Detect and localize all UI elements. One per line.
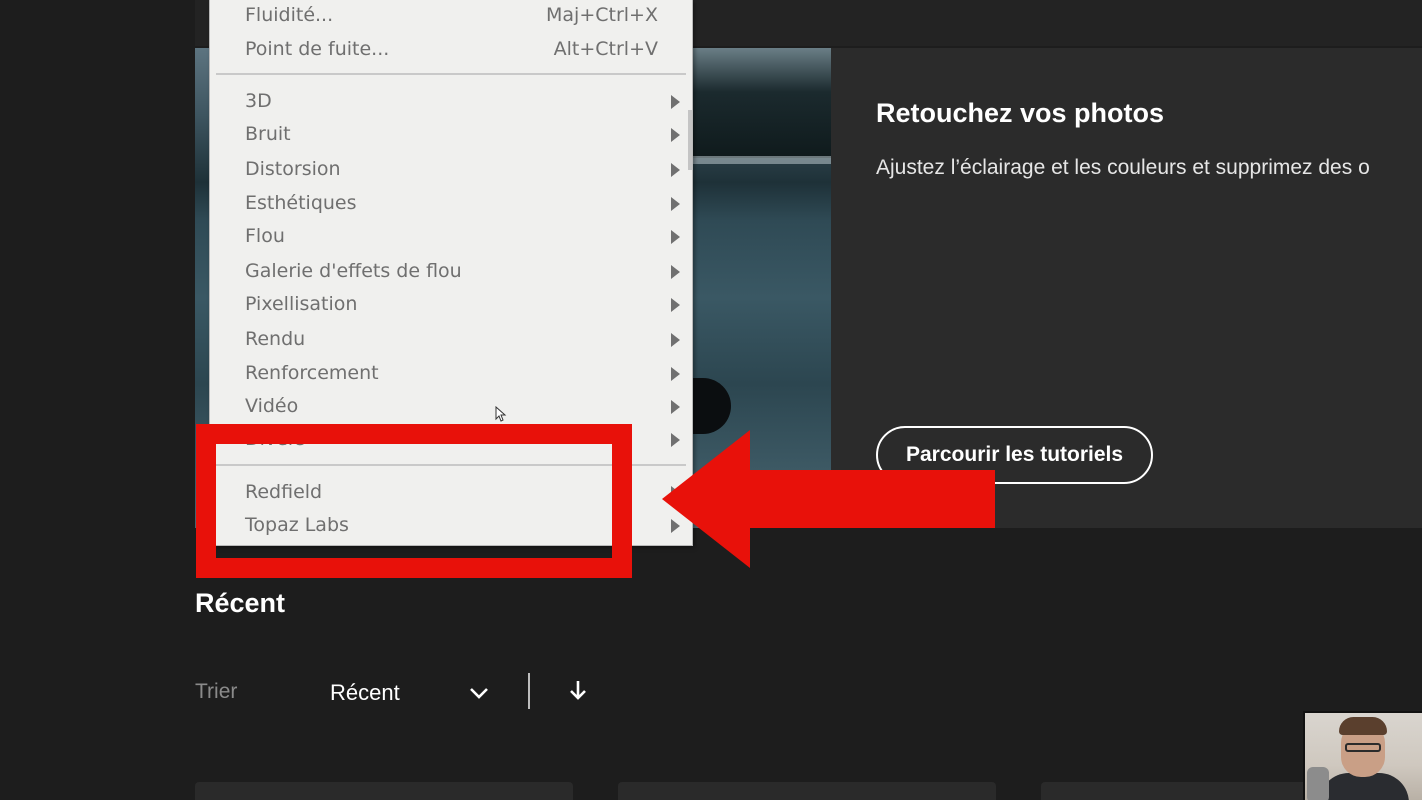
menu-item-video[interactable]: Vidéo [210, 391, 692, 423]
microphone-icon [1307, 767, 1329, 800]
menu-item-noise[interactable]: Bruit [210, 119, 692, 151]
recent-file-card[interactable] [618, 782, 996, 800]
menu-item-blur-gallery[interactable]: Galerie d'effets de flou [210, 256, 692, 288]
menu-item-label: Pixellisation [245, 293, 358, 315]
menu-item-shortcut: Alt+Ctrl+V [553, 38, 658, 60]
hero-title: Retouchez vos photos [876, 98, 1165, 128]
menu-item-liquify[interactable]: Fluidité... Maj+Ctrl+X [210, 0, 692, 32]
submenu-arrow-icon [671, 197, 680, 211]
menu-separator [216, 73, 686, 75]
menu-item-stylize[interactable]: Esthétiques [210, 188, 692, 220]
forest-shape [685, 48, 831, 158]
highlight-box [196, 424, 632, 578]
submenu-arrow-icon [671, 298, 680, 312]
menu-item-render[interactable]: Rendu [210, 324, 692, 356]
presenter-body [1319, 773, 1409, 800]
arrow-down-icon[interactable] [566, 678, 590, 704]
submenu-arrow-icon [671, 230, 680, 244]
presenter-hair [1339, 717, 1387, 735]
menu-item-label: Galerie d'effets de flou [245, 260, 462, 282]
menu-item-label: Renforcement [245, 362, 379, 384]
menu-item-blur[interactable]: Flou [210, 221, 692, 253]
sort-label: Trier [195, 680, 238, 703]
menu-item-label: Vidéo [245, 395, 299, 417]
menu-item-sharpen[interactable]: Renforcement [210, 358, 692, 390]
menu-item-shortcut: Maj+Ctrl+X [546, 4, 658, 26]
menu-item-label: Flou [245, 225, 285, 247]
recent-heading: Récent [195, 588, 286, 618]
menu-scrollbar[interactable] [688, 110, 692, 170]
menu-item-label: Bruit [245, 123, 291, 145]
webcam-overlay [1303, 711, 1422, 800]
menu-item-label: Distorsion [245, 158, 341, 180]
submenu-arrow-icon [671, 400, 680, 414]
submenu-arrow-icon [671, 265, 680, 279]
chevron-down-icon [470, 688, 488, 699]
sort-divider [528, 673, 530, 709]
mouse-cursor-icon [495, 406, 507, 422]
submenu-arrow-icon [671, 128, 680, 142]
submenu-arrow-icon [671, 333, 680, 347]
recent-file-card[interactable] [195, 782, 573, 800]
menu-item-label: Rendu [245, 328, 306, 350]
hero-description: Ajustez l’éclairage et les couleurs et s… [876, 156, 1370, 179]
menu-item-distort[interactable]: Distorsion [210, 154, 692, 186]
menu-item-label: Point de fuite... [245, 38, 390, 60]
red-arrow-icon [662, 430, 995, 568]
menu-item-vanishing-point[interactable]: Point de fuite... Alt+Ctrl+V [210, 34, 692, 66]
menu-item-label: 3D [245, 90, 272, 112]
presenter-glasses [1345, 743, 1381, 752]
menu-item-pixelate[interactable]: Pixellisation [210, 289, 692, 321]
shore-line [685, 156, 831, 164]
submenu-arrow-icon [671, 163, 680, 177]
submenu-arrow-icon [671, 367, 680, 381]
menu-item-3d[interactable]: 3D [210, 86, 692, 118]
menu-item-label: Esthétiques [245, 192, 357, 214]
sort-dropdown[interactable]: Récent [330, 678, 490, 708]
submenu-arrow-icon [671, 95, 680, 109]
sort-dropdown-value: Récent [330, 680, 400, 705]
menu-item-label: Fluidité... [245, 4, 334, 26]
